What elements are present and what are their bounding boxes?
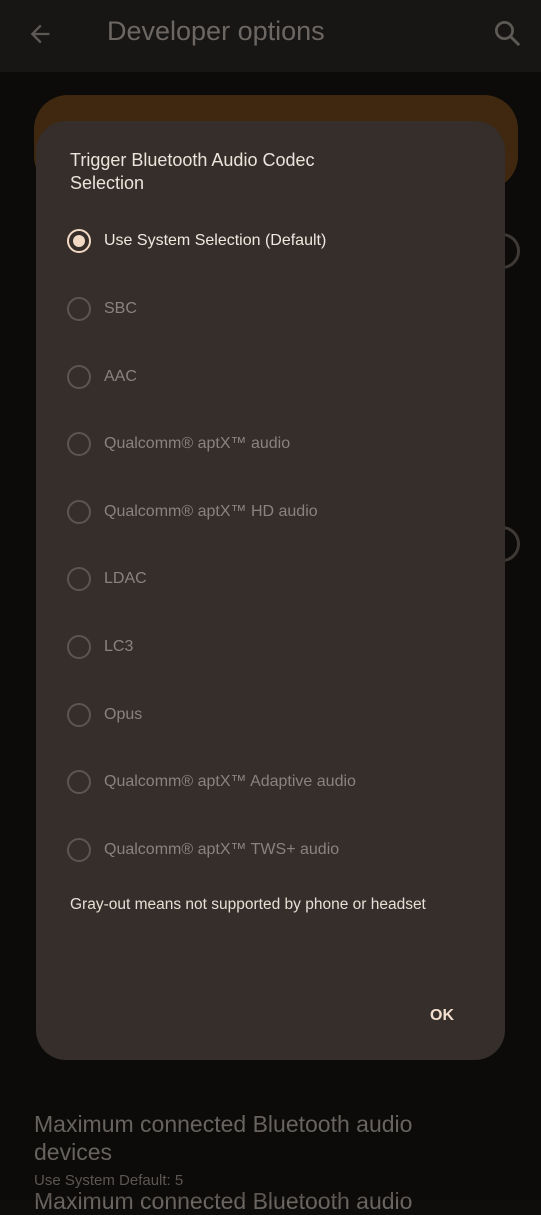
option-ldac[interactable]: LDAC <box>64 563 484 609</box>
option-aptx-tws[interactable]: Qualcomm® aptX™ TWS+ audio <box>64 834 484 880</box>
radio-button[interactable] <box>67 500 91 524</box>
option-lc3[interactable]: LC3 <box>64 631 484 677</box>
option-label: Use System Selection (Default) <box>104 232 327 249</box>
option-label: Qualcomm® aptX™ TWS+ audio <box>104 841 340 858</box>
option-system-selection[interactable]: Use System Selection (Default) <box>64 225 484 271</box>
radio-button[interactable] <box>67 297 91 321</box>
option-aptx-adaptive[interactable]: Qualcomm® aptX™ Adaptive audio <box>64 766 484 812</box>
dialog-title: Trigger Bluetooth Audio Codec Selection <box>70 150 315 193</box>
radio-button[interactable] <box>67 770 91 794</box>
option-opus[interactable]: Opus <box>64 699 484 745</box>
option-sbc[interactable]: SBC <box>64 293 484 339</box>
option-aac[interactable]: AAC <box>64 361 484 407</box>
option-label: Qualcomm® aptX™ HD audio <box>104 503 318 520</box>
option-label: LC3 <box>104 638 134 655</box>
option-label: Qualcomm® aptX™ audio <box>104 435 291 452</box>
radio-button[interactable] <box>67 229 91 253</box>
radio-button[interactable] <box>67 703 91 727</box>
dialog-note: Gray-out means not supported by phone or… <box>70 896 426 913</box>
option-label: AAC <box>104 368 137 385</box>
ok-button[interactable]: OK <box>422 1001 462 1031</box>
option-aptx-hd[interactable]: Qualcomm® aptX™ HD audio <box>64 496 484 542</box>
radio-button[interactable] <box>67 567 91 591</box>
option-label: LDAC <box>104 570 147 587</box>
option-aptx[interactable]: Qualcomm® aptX™ audio <box>64 428 484 474</box>
radio-button[interactable] <box>67 365 91 389</box>
option-label: Opus <box>104 706 143 723</box>
radio-button[interactable] <box>67 838 91 862</box>
option-label: SBC <box>104 300 137 317</box>
radio-button[interactable] <box>67 432 91 456</box>
option-label: Qualcomm® aptX™ Adaptive audio <box>104 773 356 790</box>
codec-selection-dialog: Trigger Bluetooth Audio Codec Selection … <box>36 121 505 1060</box>
radio-button[interactable] <box>67 635 91 659</box>
